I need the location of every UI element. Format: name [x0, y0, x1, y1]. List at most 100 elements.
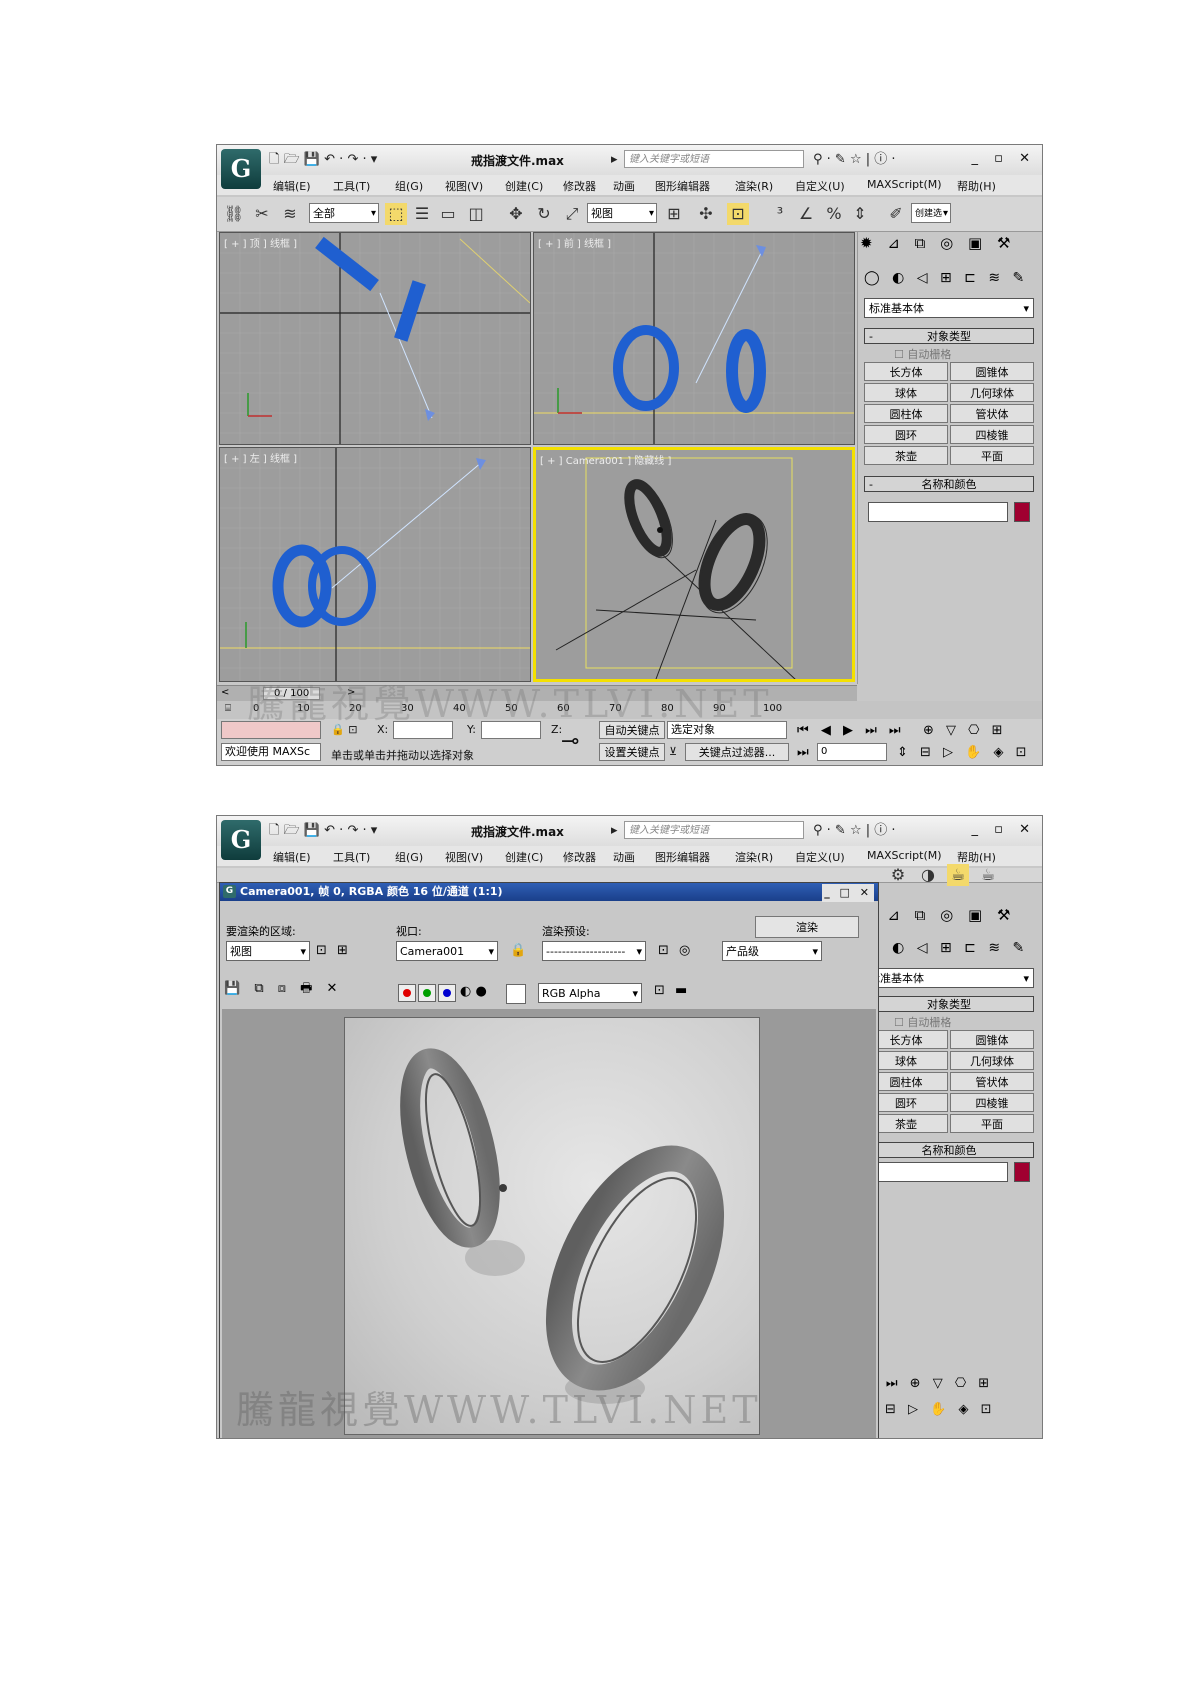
- viewport-left[interactable]: [ + ] 左 ] 线框 ]: [219, 447, 531, 682]
- search-input[interactable]: 键入关键字或短语: [624, 821, 804, 839]
- pyramid-button[interactable]: 四棱锥: [950, 425, 1034, 444]
- menu-modifiers[interactable]: 修改器: [563, 178, 596, 194]
- viewport-top[interactable]: [ + ] 顶 ] 线框 ]: [219, 232, 531, 445]
- command-panel-tabs[interactable]: ✹ ⊿ ⧉ ◎ ▣ ⚒: [860, 234, 1015, 258]
- link-icon[interactable]: ⛓: [223, 203, 245, 225]
- render-window-title[interactable]: G Camera001, 帧 0, RGBA 颜色 16 位/通道 (1:1) …: [220, 883, 878, 902]
- window-controls[interactable]: _ ▫ ✕: [972, 822, 1036, 837]
- menu-graph-editors[interactable]: 图形编辑器: [655, 178, 710, 194]
- binoculars-icon[interactable]: ⚲ · ✎ ☆ | ⓘ ·: [813, 152, 896, 168]
- menu-customize[interactable]: 自定义(U): [795, 178, 845, 194]
- window-controls[interactable]: _ ▫ ✕: [972, 151, 1036, 166]
- rendered-frame-window[interactable]: G Camera001, 帧 0, RGBA 颜色 16 位/通道 (1:1) …: [219, 882, 879, 1438]
- spinner-snap-icon[interactable]: ⇕: [849, 203, 871, 225]
- object-name-input[interactable]: [868, 502, 1008, 522]
- area-to-render-dropdown[interactable]: 视图: [226, 941, 310, 962]
- render-setup-icon[interactable]: ⚙: [887, 864, 909, 886]
- menu-rendering[interactable]: 渲染(R): [735, 178, 773, 194]
- viewport-label[interactable]: [ + ] 左 ] 线框 ]: [224, 450, 297, 465]
- select-by-name-icon[interactable]: ☰: [411, 203, 433, 225]
- select-object-icon[interactable]: ⬚: [385, 203, 407, 225]
- display-mode-icons[interactable]: ⊡ ▬: [654, 983, 690, 998]
- quick-access-icons[interactable]: 🗋 🗁 💾 ↶ · ↷ · ▾: [269, 823, 377, 839]
- plane-button[interactable]: 平面: [950, 446, 1034, 465]
- region-edit-icons[interactable]: ⊡ ⊞: [316, 943, 351, 958]
- playback-controls[interactable]: ⏭ ⏭ ⊕ ▽ ⎔ ⊞: [862, 1376, 993, 1391]
- app-logo[interactable]: G: [221, 149, 261, 189]
- frame-nav-icon[interactable]: ⏭: [797, 745, 813, 760]
- set-key-button[interactable]: 设置关键点: [599, 743, 665, 761]
- menu-create[interactable]: 创建(C): [505, 849, 543, 865]
- menu-maxscript[interactable]: MAXScript(M): [867, 178, 942, 191]
- menu-animation[interactable]: 动画: [613, 178, 635, 194]
- unlink-icon[interactable]: ✂: [251, 203, 273, 225]
- menu-graph-editors[interactable]: 图形编辑器: [655, 849, 710, 865]
- create-category-icons[interactable]: ◯ ◐ ◁ ⊞ ⊏ ≋ ✎: [864, 270, 1028, 286]
- menu-group[interactable]: 组(G): [395, 849, 423, 865]
- pyramid-button[interactable]: 四棱锥: [950, 1093, 1034, 1112]
- cone-button[interactable]: 圆锥体: [950, 362, 1034, 381]
- create-category-icons[interactable]: ◯ ◐ ◁ ⊞ ⊏ ≋ ✎: [864, 940, 1028, 956]
- viewport-nav-icons-2[interactable]: ⇕ ⊟ ▷ ✋ ◈ ⊡: [897, 745, 1031, 760]
- menu-tools[interactable]: 工具(T): [333, 178, 370, 194]
- cylinder-button[interactable]: 圆柱体: [864, 404, 948, 423]
- track-bar-icon[interactable]: ⌸: [225, 703, 231, 714]
- tube-button[interactable]: 管状体: [950, 404, 1034, 423]
- menu-tools[interactable]: 工具(T): [333, 849, 370, 865]
- menu-edit[interactable]: 编辑(E): [273, 178, 311, 194]
- torus-button[interactable]: 圆环: [864, 425, 948, 444]
- percent-snap-icon[interactable]: %: [823, 203, 845, 225]
- menu-edit[interactable]: 编辑(E): [273, 849, 311, 865]
- object-type-rollout[interactable]: 对象类型: [864, 996, 1034, 1012]
- name-color-rollout[interactable]: 名称和颜色: [864, 1142, 1034, 1158]
- edit-named-sel-icon[interactable]: ✐: [885, 203, 907, 225]
- frame-input[interactable]: 0: [817, 743, 887, 761]
- binoculars-icon[interactable]: ⚲ · ✎ ☆ | ⓘ ·: [813, 823, 896, 839]
- channel-display-dropdown[interactable]: RGB Alpha: [538, 983, 642, 1004]
- menu-group[interactable]: 组(G): [395, 178, 423, 194]
- primitive-category-dropdown[interactable]: 标准基本体: [864, 298, 1034, 319]
- time-slider-prev[interactable]: <: [221, 687, 229, 698]
- object-color-swatch[interactable]: [1014, 502, 1030, 522]
- sphere-button[interactable]: 球体: [864, 383, 948, 402]
- welcome-text[interactable]: 欢迎使用 MAXSc: [221, 743, 321, 761]
- rect-select-icon[interactable]: ▭: [437, 203, 459, 225]
- render-window-controls[interactable]: _ □ ✕: [822, 884, 874, 902]
- teapot-button[interactable]: 茶壶: [864, 446, 948, 465]
- material-editor-icon[interactable]: ◑: [917, 864, 939, 886]
- menu-animation[interactable]: 动画: [613, 849, 635, 865]
- key-mode-icon[interactable]: ⊸: [561, 729, 579, 754]
- selection-filter-dropdown[interactable]: 全部: [309, 203, 379, 224]
- menu-view[interactable]: 视图(V): [445, 178, 483, 194]
- named-selection-field[interactable]: 创建选: [911, 203, 951, 224]
- menu-maxscript[interactable]: MAXScript(M): [867, 849, 942, 862]
- tube-button[interactable]: 管状体: [950, 1072, 1034, 1091]
- cone-button[interactable]: 圆锥体: [950, 1030, 1034, 1049]
- reference-coord-dropdown[interactable]: 视图: [587, 203, 657, 224]
- rollout-collapse[interactable]: -: [869, 329, 873, 345]
- primitive-category-dropdown[interactable]: 标准基本体: [864, 968, 1034, 989]
- menu-help[interactable]: 帮助(H): [957, 178, 996, 194]
- command-panel-tabs[interactable]: ✹ ⊿ ⧉ ◎ ▣ ⚒: [860, 906, 1015, 930]
- render-button[interactable]: 渲染: [755, 916, 859, 938]
- geosphere-button[interactable]: 几何球体: [950, 1051, 1034, 1070]
- autogrid-checkbox[interactable]: ☐ 自动栅格: [894, 346, 951, 362]
- object-name-input[interactable]: [868, 1162, 1008, 1182]
- lock-viewport-icon[interactable]: 🔒: [510, 943, 526, 958]
- quick-access-icons[interactable]: 🗋 🗁 💾 ↶ · ↷ · ▾: [269, 152, 377, 168]
- key-filter-icon[interactable]: ⊻: [669, 745, 677, 758]
- window-crossing-icon[interactable]: ◫: [465, 203, 487, 225]
- rollout-collapse[interactable]: -: [869, 477, 873, 493]
- move-icon[interactable]: ✥: [505, 203, 527, 225]
- viewport-front[interactable]: [ + ] 前 ] 线框 ]: [533, 232, 855, 445]
- red-channel-toggle[interactable]: [398, 984, 416, 1002]
- geosphere-button[interactable]: 几何球体: [950, 383, 1034, 402]
- alpha-toggle-icon[interactable]: ◐ ●: [460, 984, 487, 999]
- menu-help[interactable]: 帮助(H): [957, 849, 996, 865]
- menu-rendering[interactable]: 渲染(R): [735, 849, 773, 865]
- menu-create[interactable]: 创建(C): [505, 178, 543, 194]
- scale-icon[interactable]: ⤢: [561, 203, 583, 225]
- blue-channel-toggle[interactable]: [438, 984, 456, 1002]
- render-setup-icons[interactable]: ⊡ ◎: [658, 943, 693, 958]
- rotate-icon[interactable]: ↻: [533, 203, 555, 225]
